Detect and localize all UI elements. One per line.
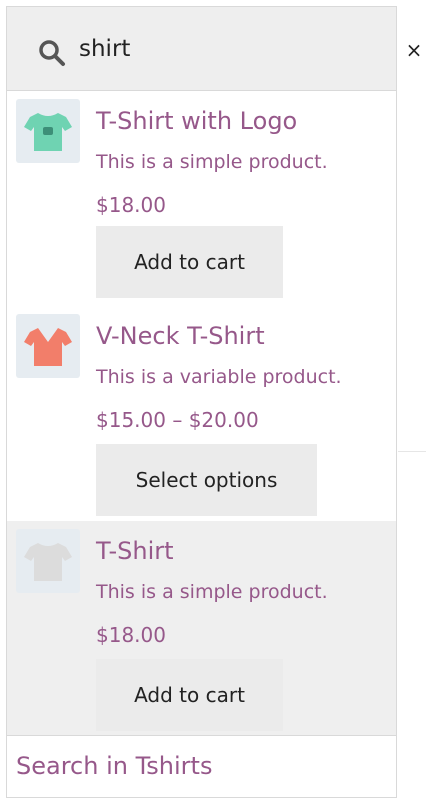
search-bar — [7, 7, 396, 91]
product-thumbnail-image — [24, 113, 72, 151]
tshirt-icon[interactable] — [16, 529, 80, 593]
search-result-item[interactable]: T-Shirt with Logo This is a simple produ… — [7, 91, 396, 306]
product-description: This is a simple product. — [96, 581, 328, 603]
close-button[interactable]: × — [405, 38, 423, 62]
product-thumbnail-image — [24, 328, 72, 366]
product-thumbnail-image — [24, 543, 72, 581]
product-title-link[interactable]: V-Neck T-Shirt — [96, 322, 265, 350]
tshirt-logo-icon[interactable] — [16, 99, 80, 163]
search-result-item[interactable]: V-Neck T-Shirt This is a variable produc… — [7, 306, 396, 521]
product-description: This is a variable product. — [96, 366, 342, 388]
search-result-item[interactable]: T-Shirt This is a simple product. $18.00… — [7, 521, 396, 735]
search-icon — [39, 40, 65, 66]
add-to-cart-button[interactable]: Add to cart — [96, 226, 283, 298]
product-price: $18.00 — [96, 193, 166, 217]
close-icon: × — [405, 38, 423, 62]
vneck-tshirt-icon[interactable] — [16, 314, 80, 378]
search-input[interactable] — [79, 31, 359, 67]
product-description: This is a simple product. — [96, 151, 328, 173]
product-price: $15.00 – $20.00 — [96, 408, 259, 432]
select-options-button[interactable]: Select options — [96, 444, 317, 516]
product-title-link[interactable]: T-Shirt with Logo — [96, 107, 297, 135]
product-price: $18.00 — [96, 623, 166, 647]
product-title-link[interactable]: T-Shirt — [96, 537, 174, 565]
search-dropdown: T-Shirt with Logo This is a simple produ… — [6, 6, 397, 798]
search-overlay: × T-Shirt with Logo This is a simple pro… — [0, 0, 426, 804]
background-divider — [398, 451, 426, 452]
add-to-cart-button[interactable]: Add to cart — [96, 659, 283, 731]
search-in-category-link[interactable]: Search in Tshirts — [16, 752, 212, 780]
footer-divider — [7, 735, 396, 736]
